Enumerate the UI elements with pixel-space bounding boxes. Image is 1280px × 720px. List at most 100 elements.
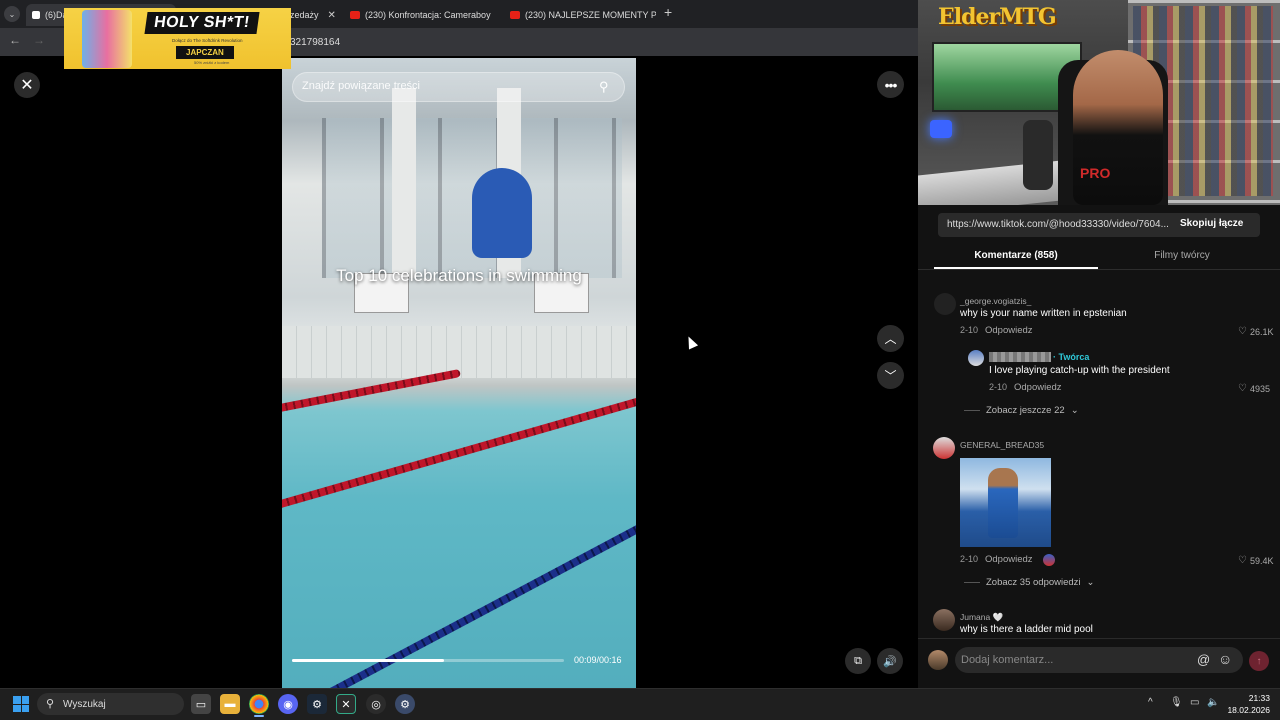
comment-username[interactable]: Jumana 🤍 xyxy=(960,612,1003,623)
close-icon[interactable]: ✕ xyxy=(328,10,336,21)
video-progress-bar[interactable] xyxy=(292,659,564,662)
volume-button[interactable]: 🔊 xyxy=(877,648,903,674)
excel-icon[interactable]: ✕ xyxy=(336,694,356,714)
drink-can-image xyxy=(82,10,132,68)
reply-button[interactable]: Odpowiedz xyxy=(985,554,1033,565)
discord-icon[interactable]: ◉ xyxy=(278,694,298,714)
comment-date: 2-10 xyxy=(960,325,979,335)
previous-video-button[interactable]: ︿ xyxy=(877,325,904,352)
search-icon[interactable]: ⚲ xyxy=(599,79,609,95)
tab-search-button[interactable]: ⌄ xyxy=(4,6,20,22)
more-options-button[interactable]: ••• xyxy=(877,71,904,98)
mascot-figure xyxy=(472,168,532,258)
comment-username[interactable]: GENERAL_BREAD35 xyxy=(960,440,1044,450)
browser-tab-3[interactable]: (230) Konfrontacja: Cameraboy ✕ xyxy=(344,4,500,26)
avatar[interactable] xyxy=(934,293,956,315)
divider xyxy=(964,410,980,411)
tab-label: (230) NAJLEPSZE MOMENTY PL xyxy=(525,10,656,20)
reply-button[interactable]: Odpowiedz xyxy=(1014,382,1062,393)
like-button[interactable]: ♡ 59.4K xyxy=(1238,555,1274,566)
creator-liked-avatar xyxy=(1043,554,1055,566)
clock-date[interactable]: 18.02.2026 xyxy=(1222,705,1270,715)
stream-logo: ElderMTG xyxy=(938,4,1057,30)
task-view-icon[interactable]: ▭ xyxy=(191,694,211,714)
view-more-label: Zobacz 35 odpowiedzi xyxy=(986,577,1081,588)
copy-link-button[interactable]: Skopiuj łącze xyxy=(1180,218,1243,229)
like-count: 4935 xyxy=(1249,383,1270,394)
emoji-icon[interactable]: ☺ xyxy=(1218,651,1232,667)
divider xyxy=(964,582,980,583)
close-viewer-button[interactable]: ✕ xyxy=(14,72,40,98)
comment-text: why is there a ladder mid pool xyxy=(960,624,1093,635)
video-player[interactable] xyxy=(282,58,636,688)
clock-time[interactable]: 21:33 xyxy=(1240,693,1270,703)
pip-icon: ⧉ xyxy=(854,654,862,667)
file-explorer-icon[interactable]: ▬ xyxy=(220,694,240,714)
comment-username[interactable]: _george.vogiatzis_ xyxy=(960,296,1031,306)
comment-text: I love playing catch-up with the preside… xyxy=(989,365,1170,376)
tab-creator-videos[interactable]: Filmy twórcy xyxy=(1100,250,1264,261)
chevron-down-icon: ⌄ xyxy=(1086,577,1095,588)
comment-date: 2-10 xyxy=(989,382,1008,392)
steam-icon[interactable]: ⚙ xyxy=(307,694,327,714)
taskbar-search[interactable] xyxy=(37,693,184,715)
new-tab-button[interactable]: + xyxy=(664,4,672,20)
browser-tab-4[interactable]: (230) NAJLEPSZE MOMENTY PL ✕ xyxy=(504,4,656,26)
reply-button[interactable]: Odpowiedz xyxy=(985,325,1033,336)
speaker-icon: 🔊 xyxy=(883,655,897,668)
settings-icon[interactable]: ⚙ xyxy=(395,694,415,714)
picture-in-picture-button[interactable]: ⧉ xyxy=(845,648,871,674)
comment-image[interactable] xyxy=(960,458,1051,547)
avatar[interactable] xyxy=(968,350,984,366)
next-video-button[interactable]: ﹀ xyxy=(877,362,904,389)
microphone-icon[interactable]: 🎙 xyxy=(1170,697,1183,708)
close-icon: ✕ xyxy=(20,77,34,94)
like-count: 59.4K xyxy=(1249,555,1274,566)
shirt-print: PRO xyxy=(1080,165,1111,181)
streamer-webcam: PRO ElderMTG xyxy=(918,0,1280,205)
speaker-icon[interactable]: 🔈 xyxy=(1207,697,1219,708)
tab-comments[interactable]: Komentarze (858) xyxy=(934,250,1098,261)
streamer xyxy=(1073,50,1163,205)
pillar xyxy=(392,88,416,278)
share-url[interactable]: https://www.tiktok.com/@hood33330/video/… xyxy=(947,219,1172,230)
video-progress-fill xyxy=(292,659,445,662)
blue-light xyxy=(930,120,952,138)
search-icon: ⚲ xyxy=(46,698,55,710)
avatar[interactable] xyxy=(933,609,955,631)
arrow-up-icon: ↑ xyxy=(1256,655,1262,667)
youtube-icon xyxy=(350,11,360,19)
microphone xyxy=(1023,120,1053,190)
url-text[interactable]: 321798164 xyxy=(290,37,340,48)
obs-icon[interactable]: ◎ xyxy=(366,694,386,714)
view-more-replies[interactable]: Zobacz 35 odpowiedzi ⌄ xyxy=(964,577,1095,588)
like-button[interactable]: ♡ 26.1K xyxy=(1238,326,1274,337)
view-more-label: Zobacz jeszcze 22 xyxy=(986,405,1065,416)
ad-subtitle: Dołącz do The Softdrink Revolution xyxy=(172,38,243,43)
ad-brand: JAPCZAN xyxy=(176,46,234,59)
related-search-placeholder: Znajdź powiązane treści xyxy=(302,80,421,92)
chevron-down-icon: ⌄ xyxy=(1070,405,1079,416)
tab-label: (230) Konfrontacja: Cameraboy xyxy=(365,10,491,20)
like-button[interactable]: ♡ 4935 xyxy=(1238,383,1270,394)
forward-icon[interactable]: → xyxy=(33,33,45,47)
tiktok-icon xyxy=(32,11,40,19)
redacted-username xyxy=(989,352,1051,362)
avatar xyxy=(928,650,948,670)
ad-banner[interactable]: HOLY SH*T! Dołącz do The Softdrink Revol… xyxy=(64,8,291,69)
creator-badge: · Twórca xyxy=(1053,352,1090,362)
comment-date: 2-10 xyxy=(960,554,979,564)
taskbar-search-label: Wyszukaj xyxy=(63,699,106,710)
back-icon[interactable]: ← xyxy=(9,33,21,47)
send-button[interactable]: ↑ xyxy=(1249,651,1269,671)
windows-start-icon[interactable] xyxy=(13,696,29,712)
ad-footer: 50% zniżki z kodem xyxy=(194,60,230,65)
avatar[interactable] xyxy=(933,437,955,459)
more-dots-icon: ••• xyxy=(884,76,898,93)
chrome-icon[interactable] xyxy=(249,694,269,714)
view-more-replies[interactable]: Zobacz jeszcze 22 ⌄ xyxy=(964,405,1079,416)
video-timecode: 00:09/00:16 xyxy=(574,655,622,665)
network-icon[interactable]: ▭ xyxy=(1190,697,1199,708)
chevron-up-icon[interactable]: ^ xyxy=(1148,697,1153,708)
mention-icon[interactable]: @ xyxy=(1197,652,1210,667)
